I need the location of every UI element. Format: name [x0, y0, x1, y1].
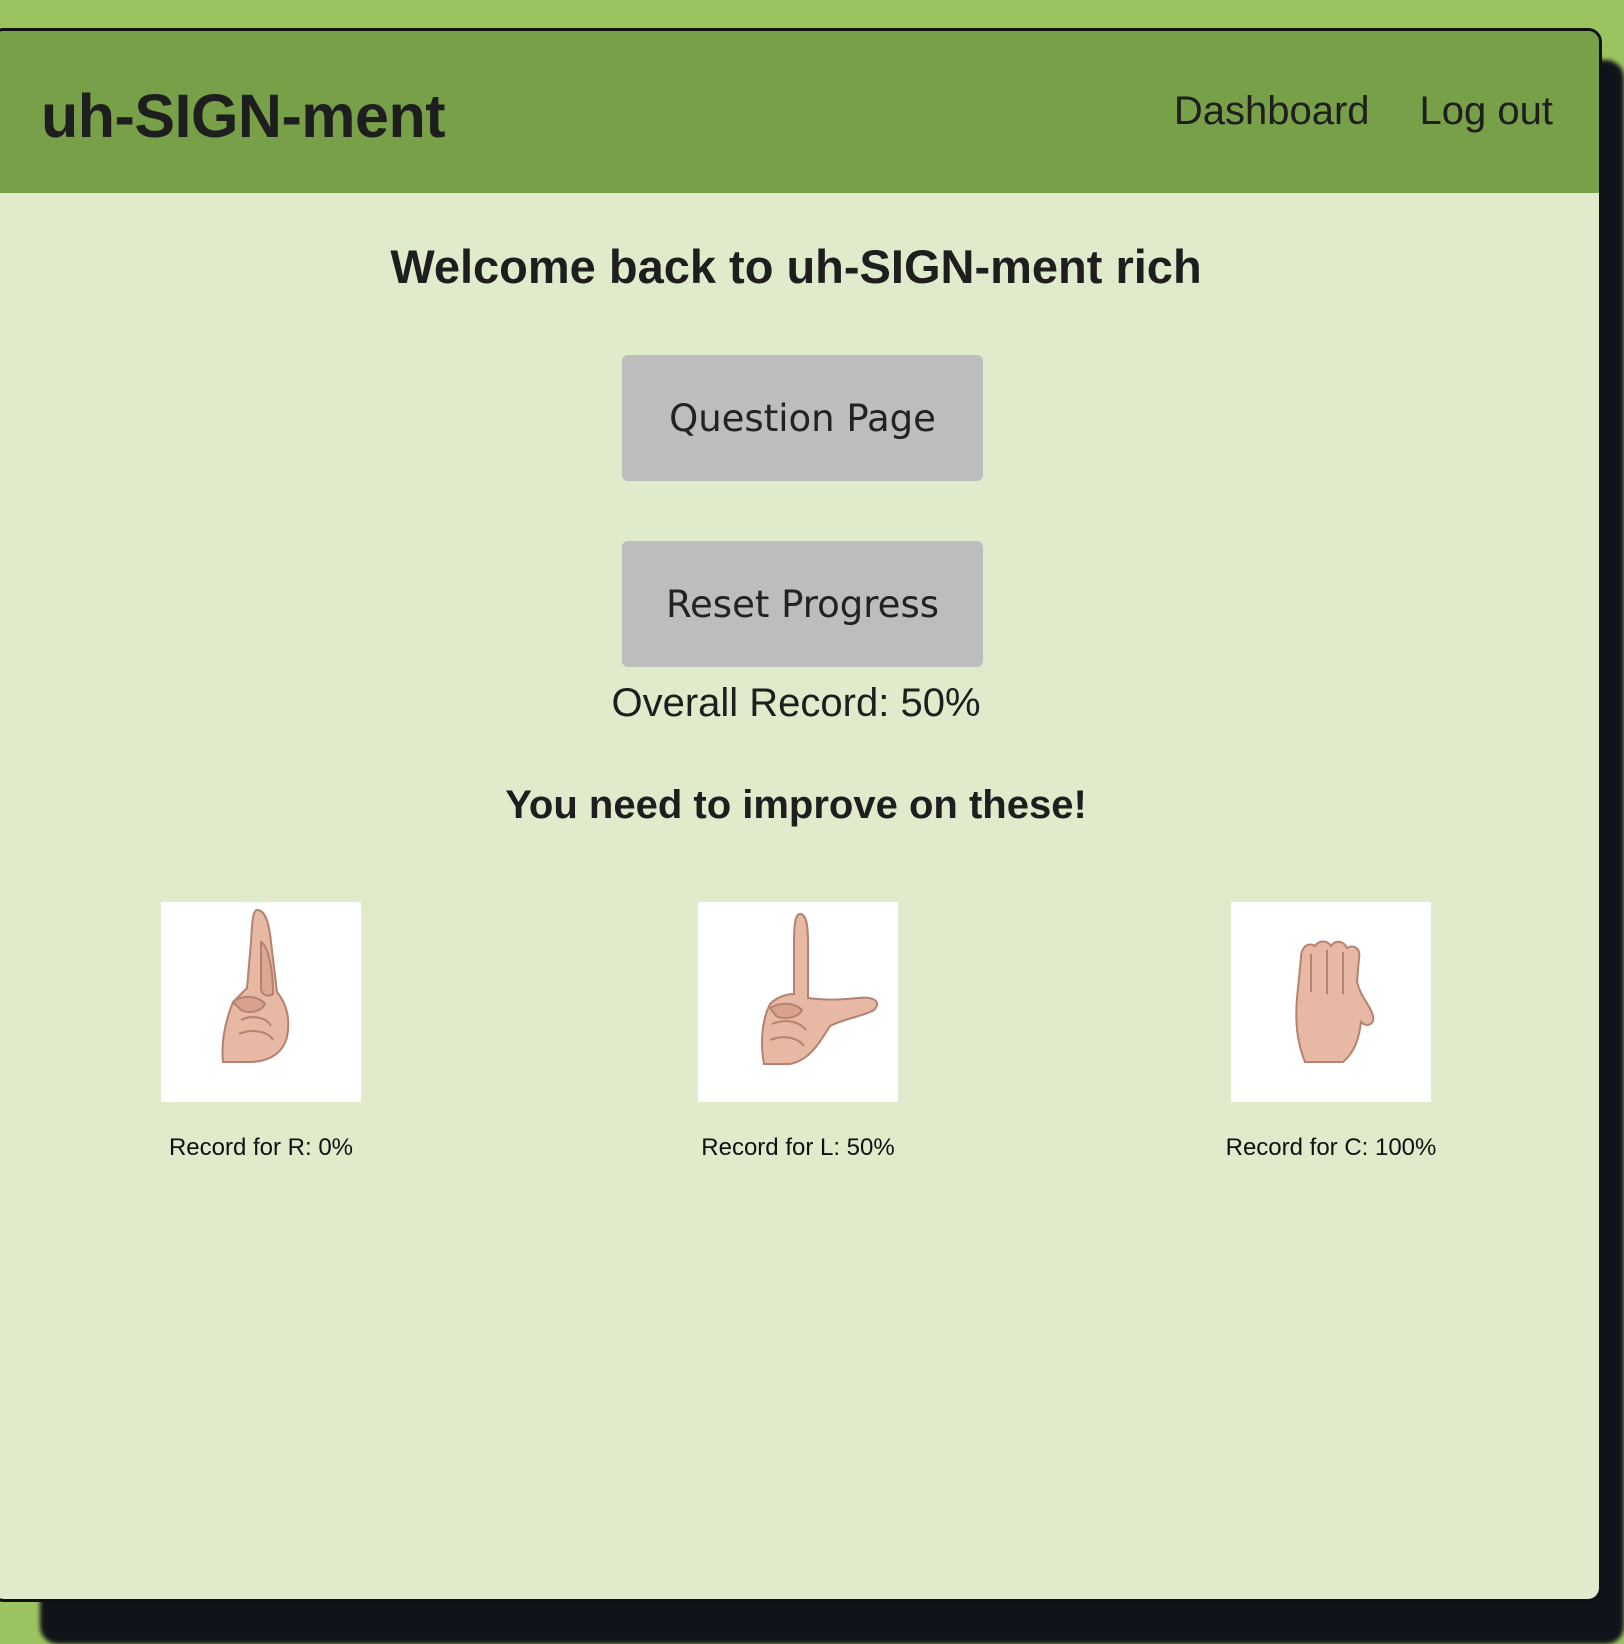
nav-links: Dashboard Log out: [1174, 89, 1553, 134]
record-caption-c: Record for C: 100%: [1225, 1134, 1437, 1161]
reset-progress-button[interactable]: Reset Progress: [622, 541, 983, 667]
top-navbar: uh-SIGN-ment Dashboard Log out: [0, 31, 1599, 193]
sign-card-l: Record for L: 50%: [678, 902, 918, 1162]
sign-card-r: Record for R: 0%: [141, 902, 381, 1162]
hand-sign-c-icon: [1231, 902, 1431, 1102]
nav-dashboard-link[interactable]: Dashboard: [1174, 89, 1370, 134]
brand-logo[interactable]: uh-SIGN-ment: [41, 81, 446, 151]
improve-heading: You need to improve on these!: [505, 783, 1087, 827]
question-page-button[interactable]: Question Page: [622, 355, 983, 481]
sign-card-c: Record for C: 100%: [1211, 902, 1451, 1162]
overall-record: Overall Record: 50%: [611, 681, 981, 725]
record-caption-r: Record for R: 0%: [168, 1134, 354, 1161]
nav-logout-link[interactable]: Log out: [1420, 89, 1553, 134]
app-window: uh-SIGN-ment Dashboard Log out Welcome b…: [0, 28, 1602, 1602]
welcome-heading: Welcome back to uh-SIGN-ment rich: [390, 240, 1202, 293]
record-caption-l: Record for L: 50%: [701, 1134, 895, 1161]
hand-sign-l-icon: [698, 902, 898, 1102]
hand-sign-r-icon: [161, 902, 361, 1102]
